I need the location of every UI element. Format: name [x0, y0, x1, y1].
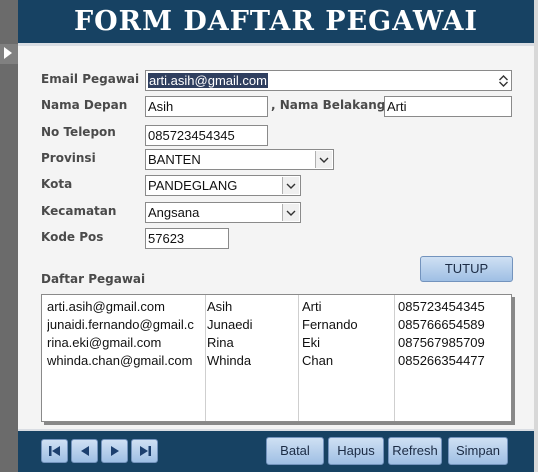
email-spinner[interactable]: [497, 72, 510, 89]
first-name-cell: Rina: [207, 335, 234, 350]
right-border: [534, 0, 538, 472]
city-value: PANDEGLANG: [148, 178, 238, 193]
left-panel-strip: [0, 0, 18, 472]
district-value: Angsana: [148, 205, 200, 220]
email-cell: arti.asih@gmail.com: [47, 299, 165, 314]
footer-toolbar: Batal Hapus Refresh Simpan: [18, 429, 534, 472]
phone-cell: 087567985709: [398, 335, 485, 350]
table-row[interactable]: rina.eki@gmail.com Rina Eki 087567985709: [42, 335, 511, 353]
province-value: BANTEN: [148, 152, 201, 167]
first-record-button[interactable]: [41, 439, 68, 463]
cancel-button[interactable]: Batal: [266, 437, 324, 465]
expand-arrow-icon[interactable]: [4, 47, 12, 59]
next-record-icon: [110, 446, 119, 456]
email-cell: junaidi.fernando@gmail.c: [47, 317, 194, 332]
postal-code-field[interactable]: 57623: [145, 228, 229, 249]
email-cell: whinda.chan@gmail.com: [47, 353, 193, 368]
table-row[interactable]: junaidi.fernando@gmail.c Junaedi Fernand…: [42, 317, 511, 335]
phone-label: No Telepon: [41, 125, 116, 139]
last-name-cell: Arti: [302, 299, 322, 314]
previous-record-button[interactable]: [71, 439, 98, 463]
district-select[interactable]: Angsana: [145, 202, 301, 223]
last-name-cell: Fernando: [302, 317, 358, 332]
district-label: Kecamatan: [41, 204, 117, 218]
spin-down-icon[interactable]: [499, 81, 508, 87]
form-header: FORM DAFTAR PEGAWAI: [18, 0, 534, 46]
phone-cell: 085266354477: [398, 353, 485, 368]
phone-field[interactable]: 085723454345: [145, 125, 268, 146]
save-button[interactable]: Simpan: [448, 437, 508, 465]
email-label: Email Pegawai: [41, 72, 140, 86]
first-name-field[interactable]: Asih: [145, 96, 268, 117]
last-name-field[interactable]: Arti: [384, 96, 512, 117]
footer-divider: [18, 429, 534, 431]
province-label: Provinsi: [41, 151, 96, 165]
form-title: FORM DAFTAR PEGAWAI: [73, 6, 479, 37]
email-cell: rina.eki@gmail.com: [47, 335, 162, 350]
first-name-cell: Junaedi: [207, 317, 253, 332]
chevron-down-icon[interactable]: [282, 177, 299, 194]
first-name-label: Nama Depan: [41, 98, 128, 112]
phone-cell: 085766654589: [398, 317, 485, 332]
email-value: arti.asih@gmail.com: [148, 73, 268, 88]
last-name-label: , Nama Belakang: [271, 98, 386, 112]
province-select[interactable]: BANTEN: [145, 149, 334, 170]
first-name-cell: Asih: [207, 299, 233, 314]
close-button[interactable]: TUTUP: [420, 256, 513, 282]
table-row[interactable]: whinda.chan@gmail.com Whinda Chan 085266…: [42, 353, 511, 371]
postal-code-label: Kode Pos: [41, 230, 104, 244]
delete-button[interactable]: Hapus: [328, 437, 384, 465]
employee-list-title: Daftar Pegawai: [41, 272, 146, 286]
table-row[interactable]: arti.asih@gmail.com Asih Arti 0857234543…: [42, 299, 511, 317]
first-name-cell: Whinda: [207, 353, 252, 368]
phone-cell: 085723454345: [398, 299, 485, 314]
city-label: Kota: [41, 177, 73, 191]
next-record-button[interactable]: [101, 439, 128, 463]
last-record-icon: [139, 446, 151, 456]
refresh-button[interactable]: Refresh: [388, 437, 442, 465]
chevron-down-icon[interactable]: [282, 204, 299, 221]
last-name-cell: Chan: [302, 353, 334, 368]
city-select[interactable]: PANDEGLANG: [145, 175, 301, 196]
form-body: Email Pegawai arti.asih@gmail.com Nama D…: [18, 46, 534, 429]
email-field[interactable]: arti.asih@gmail.com: [145, 70, 512, 91]
previous-record-icon: [80, 446, 89, 456]
last-record-button[interactable]: [131, 439, 158, 463]
first-record-icon: [48, 446, 60, 456]
employee-table[interactable]: arti.asih@gmail.com Asih Arti 0857234543…: [41, 294, 512, 422]
chevron-down-icon[interactable]: [315, 151, 332, 168]
last-name-cell: Eki: [302, 335, 321, 350]
